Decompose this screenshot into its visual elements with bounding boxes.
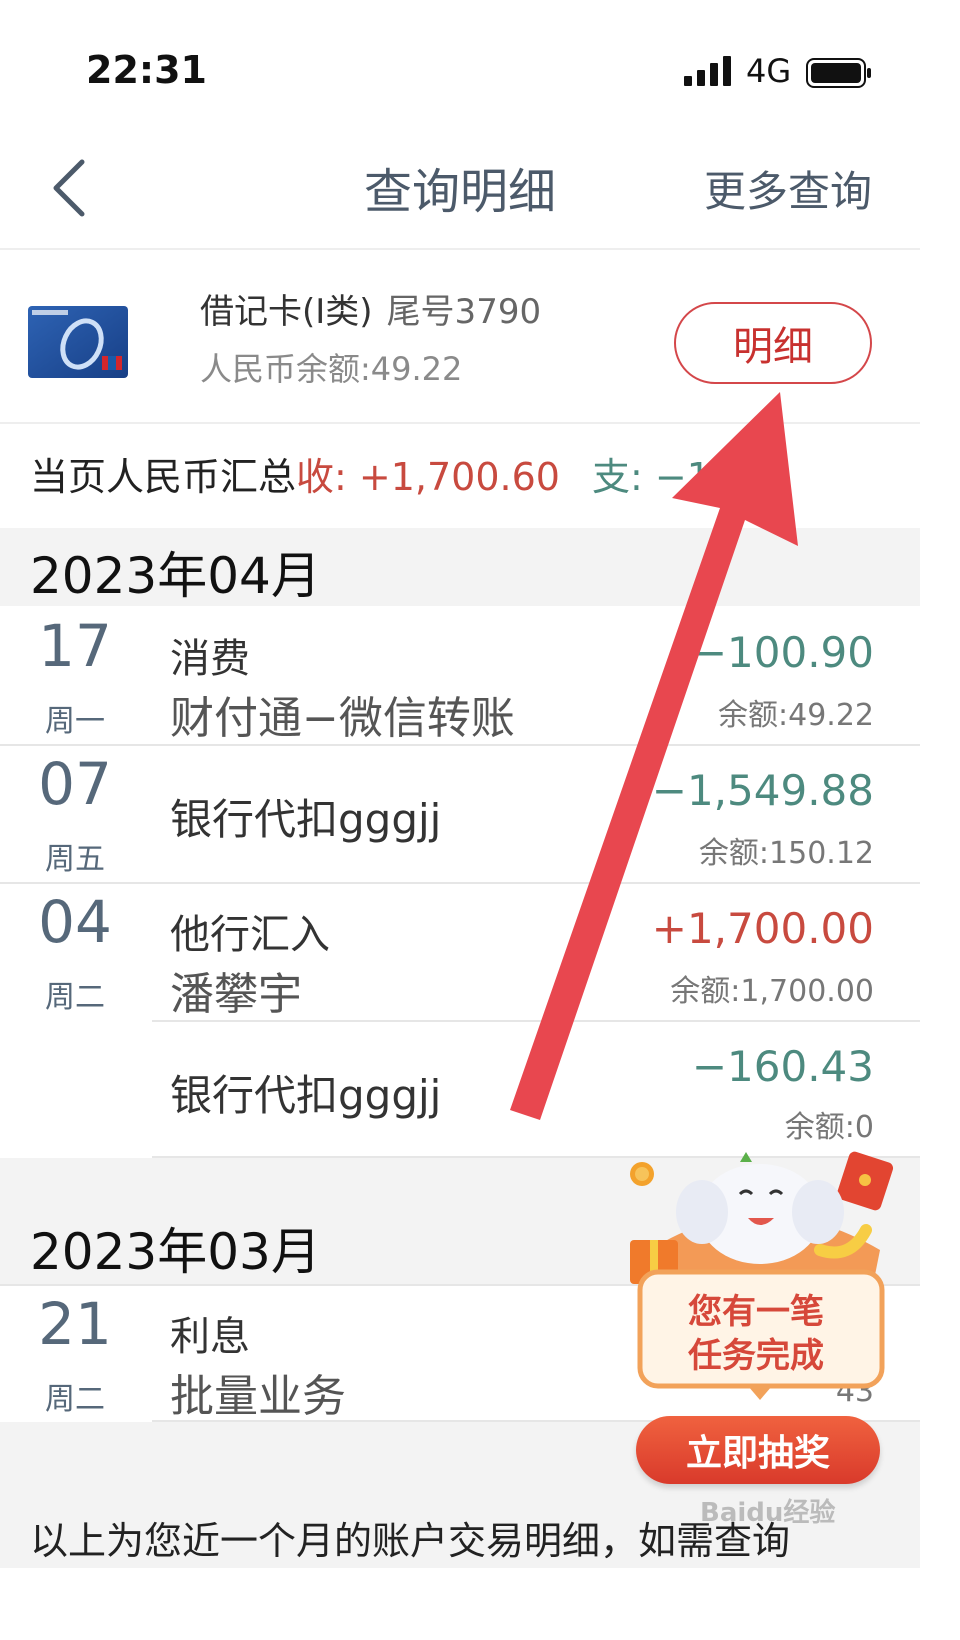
tx-balance: 余额:0 [784,1110,874,1145]
tx-weekday: 周二 [45,980,105,1015]
tx-day: 04 [38,888,112,956]
tx-amount: −100.90 [691,628,874,677]
bank-card-thumbnail [28,306,128,378]
lottery-button[interactable]: 立即抽奖 [636,1416,880,1484]
watermark: Baidu经验 [700,1498,836,1528]
tx-description: 银行代扣gggjj [170,795,442,844]
signal-icon [684,56,731,86]
more-query-button[interactable]: 更多查询 [704,158,872,219]
summary-label: 当页人民币汇总 [30,455,297,499]
tx-description: 财付通−微信转账 [170,693,515,744]
tx-description: 银行代扣gggjj [170,1071,442,1120]
footer-note: 以上为您近一个月的账户交易明细，如需查询 [30,1519,791,1563]
promo-text: 您有一笔 [688,1292,824,1332]
tx-day: 07 [38,750,112,818]
tx-description: 潘攀宇 [170,969,302,1020]
month-label: 2023年03月 [30,1223,321,1281]
divider [0,248,920,250]
tx-type: 利息 [170,1314,250,1360]
tx-balance: 余额:150.12 [698,836,874,871]
tx-description: 批量业务 [170,1371,346,1422]
network-type: 4G [746,52,792,90]
card-title: 借记卡(Ⅰ类) 尾号3790 [200,284,541,333]
divider [0,422,920,424]
tx-weekday: 周二 [45,1382,105,1417]
tx-amount: +1,700.00 [651,904,874,953]
tx-type: 他行汇入 [170,912,330,958]
summary-expense: 支: −1, 21 [591,455,784,499]
page-summary: 当页人民币汇总收: +1,700.60 支: −1, 21 [30,446,783,501]
tx-amount: −1,549.88 [651,766,874,815]
tx-balance: 余额:49.22 [718,698,874,733]
card-balance: 人民币余额:49.22 [200,350,463,388]
tx-weekday: 周一 [45,704,105,739]
tx-day: 21 [38,1290,112,1358]
month-label: 2023年04月 [30,547,321,605]
status-time: 22:31 [86,48,207,92]
tx-balance: 余额:1,700.00 [670,974,874,1009]
detail-button[interactable]: 明细 [674,302,872,384]
tx-amount: −160.43 [691,1042,874,1091]
battery-icon [806,58,871,88]
card-type: 借记卡(Ⅰ类) [200,292,373,332]
tx-weekday: 周五 [45,842,105,877]
summary-income: 收: +1,700.60 [296,455,560,499]
tx-day: 17 [38,612,112,680]
tx-type: 消费 [170,636,250,682]
promo-text: 任务完成 [688,1336,824,1376]
card-tail-number: 尾号3790 [386,292,542,332]
